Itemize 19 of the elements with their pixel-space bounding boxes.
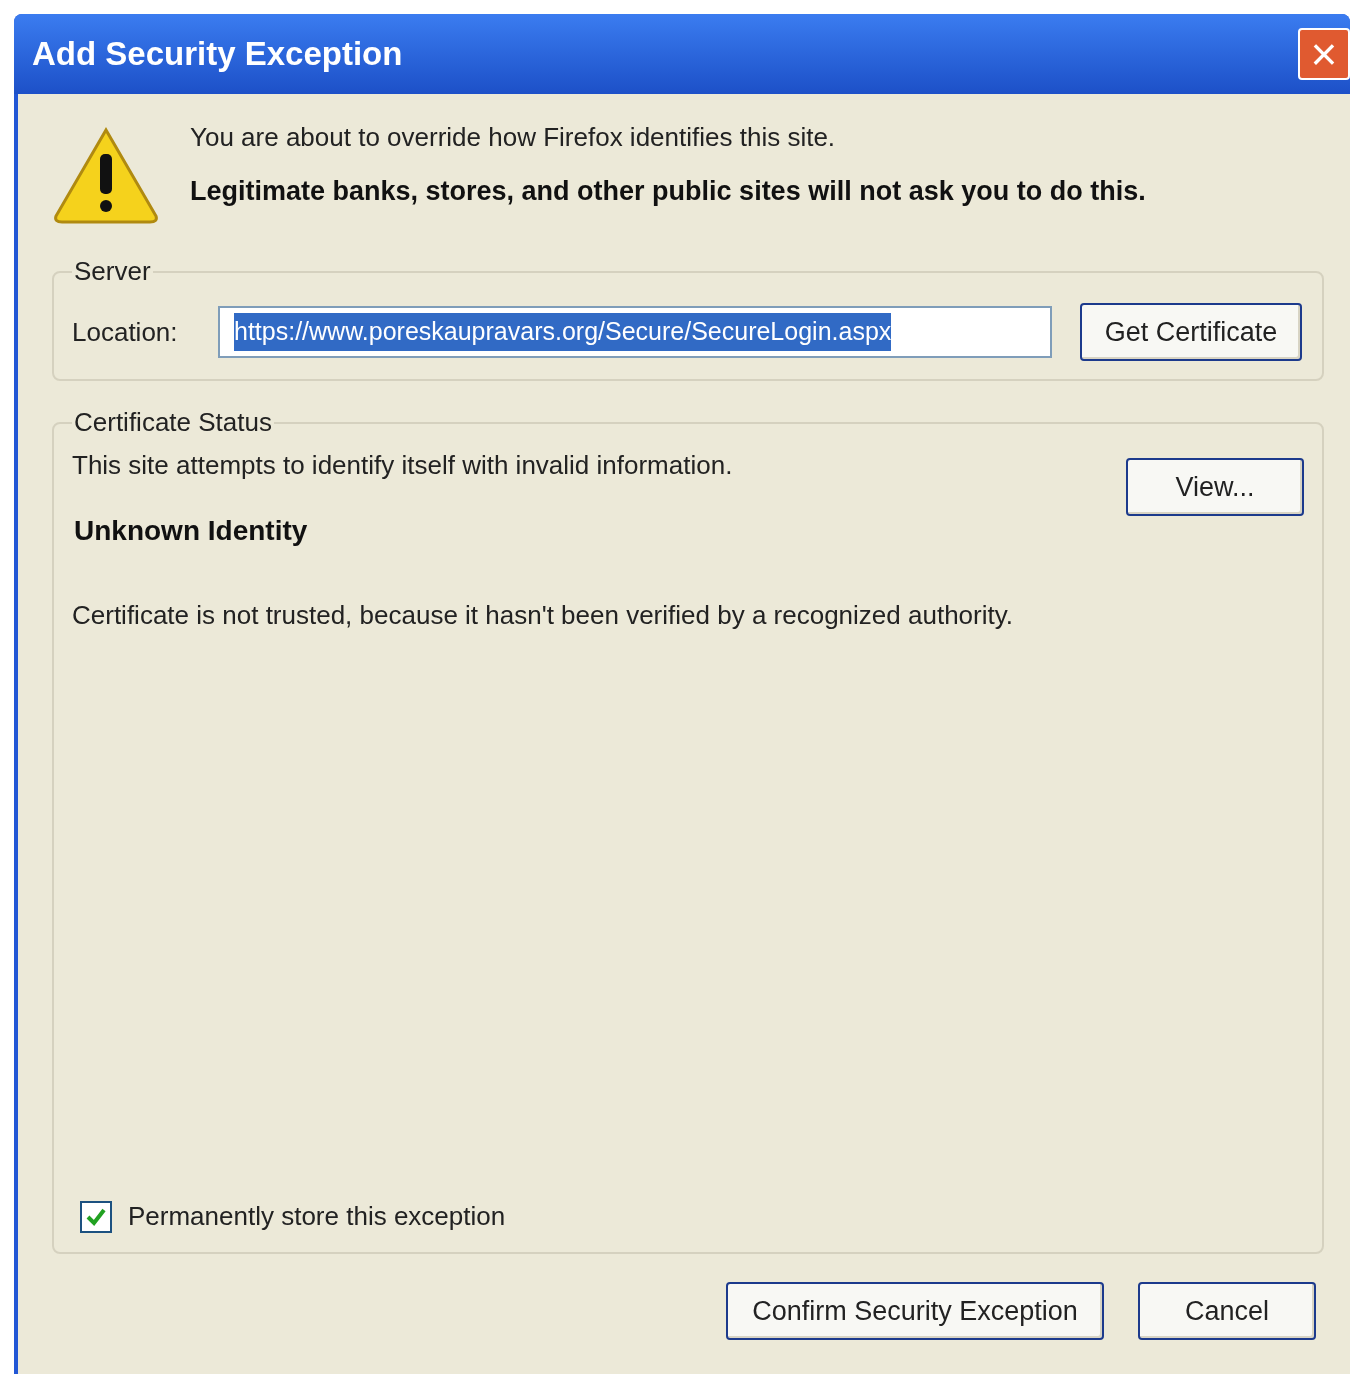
get-certificate-button[interactable]: Get Certificate (1080, 303, 1302, 361)
warning-emphasis: Legitimate banks, stores, and other public sites will not ask you to do this. (190, 175, 1146, 208)
window-title: Add Security Exception (32, 34, 403, 75)
cancel-button[interactable]: Cancel (1138, 1282, 1316, 1340)
view-button[interactable]: View... (1126, 458, 1304, 516)
group-legend: Server (72, 252, 153, 291)
warning-icon (52, 126, 160, 226)
location-field[interactable]: https://www.poreskaupravars.org/Secure/SecureLogin.aspx (218, 306, 1052, 358)
location-label: Location: (72, 315, 179, 349)
group-legend: Certificate Status (72, 403, 274, 442)
status-summary: This site attempts to identify itself with invalid information. (72, 449, 733, 482)
checkmark-icon (85, 1206, 107, 1227)
warning-text: You are about to override how Firefox identifies this site. (190, 121, 837, 154)
checkbox-label[interactable]: Permanently store this exception (128, 1197, 506, 1236)
close-button[interactable]: × (1298, 28, 1350, 80)
confirm-button[interactable]: Confirm Security Exception (726, 1282, 1104, 1340)
checkbox[interactable] (80, 1200, 112, 1233)
status-heading: Unknown Identity (74, 514, 309, 548)
status-detail: Certificate is not trusted, because it hasn't been verified by a recognized authority. (72, 599, 1014, 632)
